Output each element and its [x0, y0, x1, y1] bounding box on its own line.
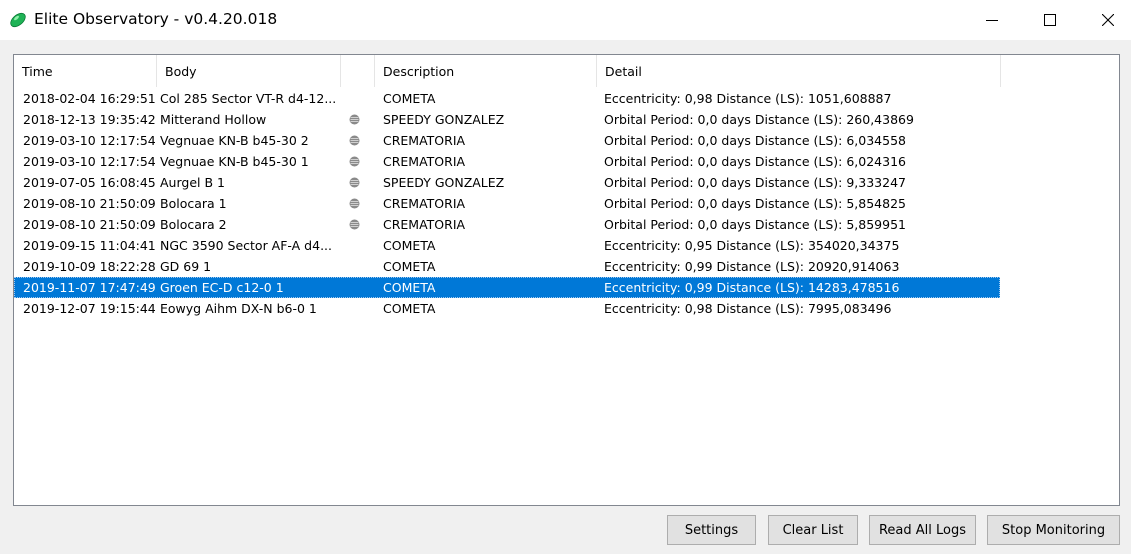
- cell-description: COMETA: [383, 301, 436, 316]
- planet-icon: [349, 114, 360, 125]
- cell-icon: [341, 298, 377, 319]
- cell-time: 2018-12-13 19:35:42: [23, 112, 156, 127]
- cell-detail: Orbital Period: 0,0 days Distance (LS): …: [604, 217, 906, 232]
- table-row[interactable]: 2019-11-07 17:47:49 Groen EC-D c12-0 1 COM…: [14, 277, 1000, 298]
- cell-icon: [341, 193, 377, 214]
- cell-description: CREMATORIA: [383, 133, 466, 148]
- cell-body: Eowyg Aihm DX-N b6-0 1: [160, 301, 317, 316]
- observation-list[interactable]: Time Body Description Detail 2018-02-04 …: [13, 54, 1120, 506]
- column-header-detail[interactable]: Detail: [597, 55, 1001, 87]
- cell-body: Vegnuae KN-B b45-30 1: [160, 154, 309, 169]
- table-row[interactable]: 2019-03-10 12:17:54 Vegnuae KN-B b45-30 2…: [14, 130, 1000, 151]
- table-row[interactable]: 2019-10-09 18:22:28 GD 69 1 COMETA Eccentri…: [14, 256, 1000, 277]
- cell-icon: [341, 130, 377, 151]
- cell-icon: [341, 151, 377, 172]
- column-header-time[interactable]: Time: [14, 55, 157, 87]
- title-bar[interactable]: Elite Observatory - v0.4.20.018: [0, 0, 1131, 40]
- cell-detail: Eccentricity: 0,99 Distance (LS): 20920,…: [604, 259, 900, 274]
- cell-description: COMETA: [383, 238, 436, 253]
- table-row[interactable]: 2019-12-07 19:15:44 Eowyg Aihm DX-N b6-0 …: [14, 298, 1000, 319]
- cell-description: SPEEDY GONZALEZ: [383, 175, 505, 190]
- cell-detail: Eccentricity: 0,98 Distance (LS): 1051,6…: [604, 91, 892, 106]
- cell-body: Vegnuae KN-B b45-30 2: [160, 133, 309, 148]
- minimize-icon: [986, 20, 998, 21]
- cell-time: 2019-07-05 16:08:45: [23, 175, 156, 190]
- cell-time: 2019-03-10 12:17:54: [23, 133, 156, 148]
- cell-body: Bolocara 2: [160, 217, 227, 232]
- table-row[interactable]: 2018-02-04 16:29:51 Col 285 Sector VT-R d…: [14, 88, 1000, 109]
- cell-time: 2018-02-04 16:29:51: [23, 91, 156, 106]
- cell-time: 2019-08-10 21:50:09: [23, 196, 156, 211]
- cell-body: NGC 3590 Sector AF-A d4...: [160, 238, 332, 253]
- cell-detail: Orbital Period: 0,0 days Distance (LS): …: [604, 133, 906, 148]
- planet-icon: [349, 198, 360, 209]
- cell-time: 2019-11-07 17:47:49: [23, 280, 156, 295]
- cell-description: CREMATORIA: [383, 196, 466, 211]
- minimize-button[interactable]: [963, 0, 1021, 40]
- cell-description: COMETA: [383, 259, 436, 274]
- cell-icon: [341, 109, 377, 130]
- cell-time: 2019-08-10 21:50:09: [23, 217, 156, 232]
- cell-description: COMETA: [383, 280, 436, 295]
- cell-body: Col 285 Sector VT-R d4-12...: [160, 91, 337, 106]
- cell-time: 2019-12-07 19:15:44: [23, 301, 156, 316]
- cell-body: Mitterand Hollow: [160, 112, 267, 127]
- cell-icon: [341, 172, 377, 193]
- maximize-button[interactable]: [1021, 0, 1079, 40]
- planet-icon: [349, 177, 360, 188]
- cell-detail: Orbital Period: 0,0 days Distance (LS): …: [604, 175, 906, 190]
- elite-observatory-logo-icon: [10, 12, 26, 28]
- cell-description: COMETA: [383, 91, 436, 106]
- cell-detail: Orbital Period: 0,0 days Distance (LS): …: [604, 196, 906, 211]
- cell-description: CREMATORIA: [383, 217, 466, 232]
- cell-time: 2019-09-15 11:04:41: [23, 238, 156, 253]
- list-header: Time Body Description Detail: [14, 55, 1119, 87]
- stop-monitoring-button[interactable]: Stop Monitoring: [987, 515, 1120, 545]
- table-row[interactable]: 2018-12-13 19:35:42 Mitterand Hollow SPEED…: [14, 109, 1000, 130]
- cell-detail: Eccentricity: 0,95 Distance (LS): 354020…: [604, 238, 900, 253]
- column-header-body[interactable]: Body: [157, 55, 341, 87]
- cell-time: 2019-10-09 18:22:28: [23, 259, 156, 274]
- settings-button[interactable]: Settings: [667, 515, 756, 545]
- cell-body: Bolocara 1: [160, 196, 227, 211]
- window-title: Elite Observatory - v0.4.20.018: [34, 10, 278, 28]
- read-all-logs-button[interactable]: Read All Logs: [869, 515, 976, 545]
- table-row[interactable]: 2019-03-10 12:17:54 Vegnuae KN-B b45-30 1…: [14, 151, 1000, 172]
- column-header-icon[interactable]: [341, 55, 375, 87]
- table-row[interactable]: 2019-07-05 16:08:45 Aurgel B 1 SPEEDY GONZ…: [14, 172, 1000, 193]
- cell-icon: [341, 235, 377, 256]
- cell-icon: [341, 88, 377, 109]
- planet-icon: [349, 135, 360, 146]
- cell-description: SPEEDY GONZALEZ: [383, 112, 505, 127]
- cell-detail: Orbital Period: 0,0 days Distance (LS): …: [604, 112, 914, 127]
- close-button[interactable]: [1079, 0, 1131, 40]
- cell-icon: [341, 256, 377, 277]
- cell-body: Groen EC-D c12-0 1: [160, 280, 284, 295]
- planet-icon: [349, 156, 360, 167]
- table-row[interactable]: 2019-08-10 21:50:09 Bolocara 1 CREMATORIA O…: [14, 193, 1000, 214]
- planet-icon: [349, 219, 360, 230]
- clear-list-button[interactable]: Clear List: [768, 515, 858, 545]
- cell-detail: Eccentricity: 0,98 Distance (LS): 7995,0…: [604, 301, 892, 316]
- cell-description: CREMATORIA: [383, 154, 466, 169]
- cell-icon: [341, 214, 377, 235]
- cell-body: GD 69 1: [160, 259, 212, 274]
- maximize-icon: [1044, 14, 1056, 26]
- table-row[interactable]: 2019-08-10 21:50:09 Bolocara 2 CREMATORIA O…: [14, 214, 1000, 235]
- table-row[interactable]: 2019-09-15 11:04:41 NGC 3590 Sector AF-A …: [14, 235, 1000, 256]
- column-header-description[interactable]: Description: [375, 55, 597, 87]
- cell-icon: [341, 277, 377, 298]
- cell-time: 2019-03-10 12:17:54: [23, 154, 156, 169]
- cell-detail: Orbital Period: 0,0 days Distance (LS): …: [604, 154, 906, 169]
- close-icon: [1102, 14, 1114, 26]
- cell-body: Aurgel B 1: [160, 175, 225, 190]
- cell-detail: Eccentricity: 0,99 Distance (LS): 14283,…: [604, 280, 900, 295]
